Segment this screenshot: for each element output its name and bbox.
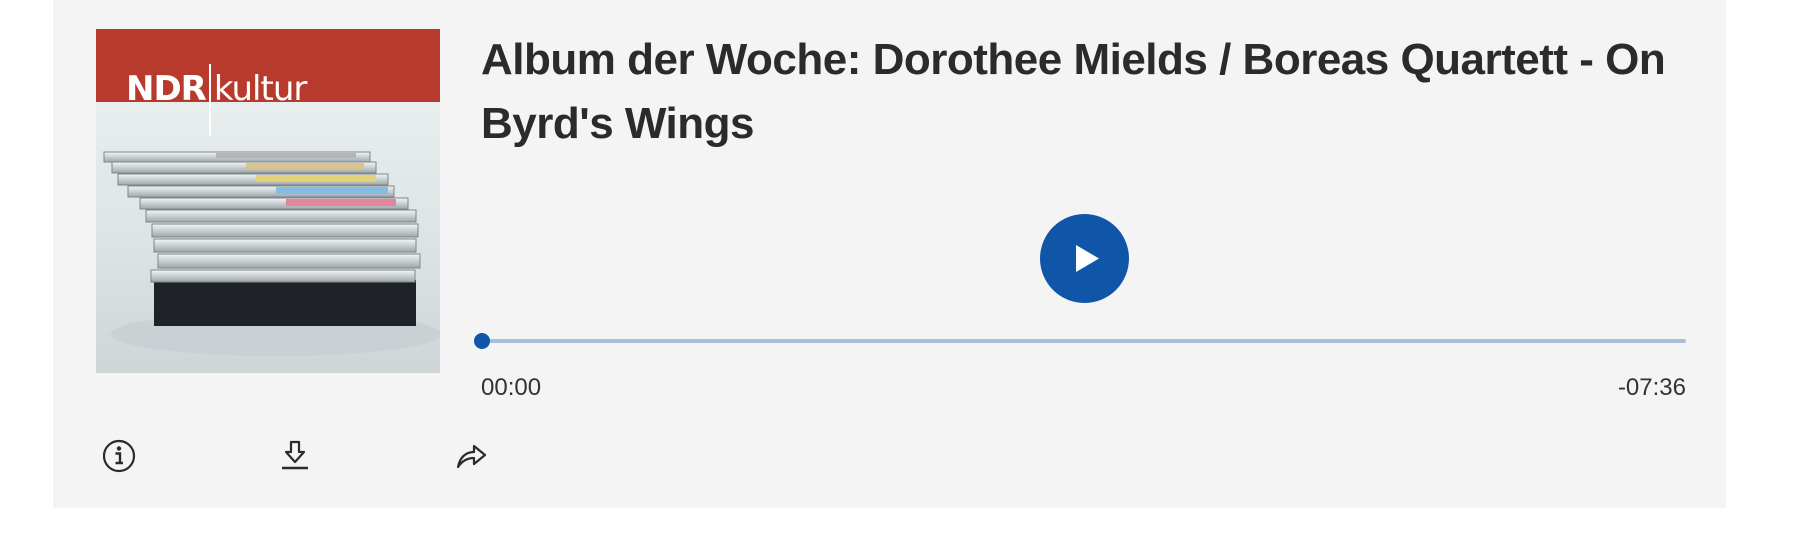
download-button[interactable] — [276, 437, 314, 475]
episode-cover-image: NDR kultur — [96, 29, 440, 373]
elapsed-time: 00:00 — [481, 374, 542, 401]
play-button[interactable] — [1040, 214, 1129, 303]
logo-channel: kultur — [213, 69, 307, 109]
info-icon — [102, 439, 136, 473]
share-icon — [456, 444, 487, 469]
progress-handle[interactable] — [474, 333, 490, 349]
download-icon — [282, 440, 308, 470]
audio-player-card: NDR kultur Album der Woche: Dorothee Miel… — [53, 0, 1726, 508]
episode-title: Album der Woche: Dorothee Mields / Borea… — [481, 35, 1666, 148]
ndr-kultur-logo: NDR kultur — [126, 64, 307, 136]
remaining-time: -07:36 — [1617, 374, 1686, 401]
logo-brand: NDR — [126, 69, 207, 109]
play-icon — [1076, 245, 1099, 272]
progress-track[interactable] — [478, 339, 1686, 343]
share-button[interactable] — [452, 437, 490, 475]
logo-separator — [208, 64, 211, 136]
cd-stack-illustration — [103, 151, 440, 356]
info-button[interactable] — [100, 437, 138, 475]
